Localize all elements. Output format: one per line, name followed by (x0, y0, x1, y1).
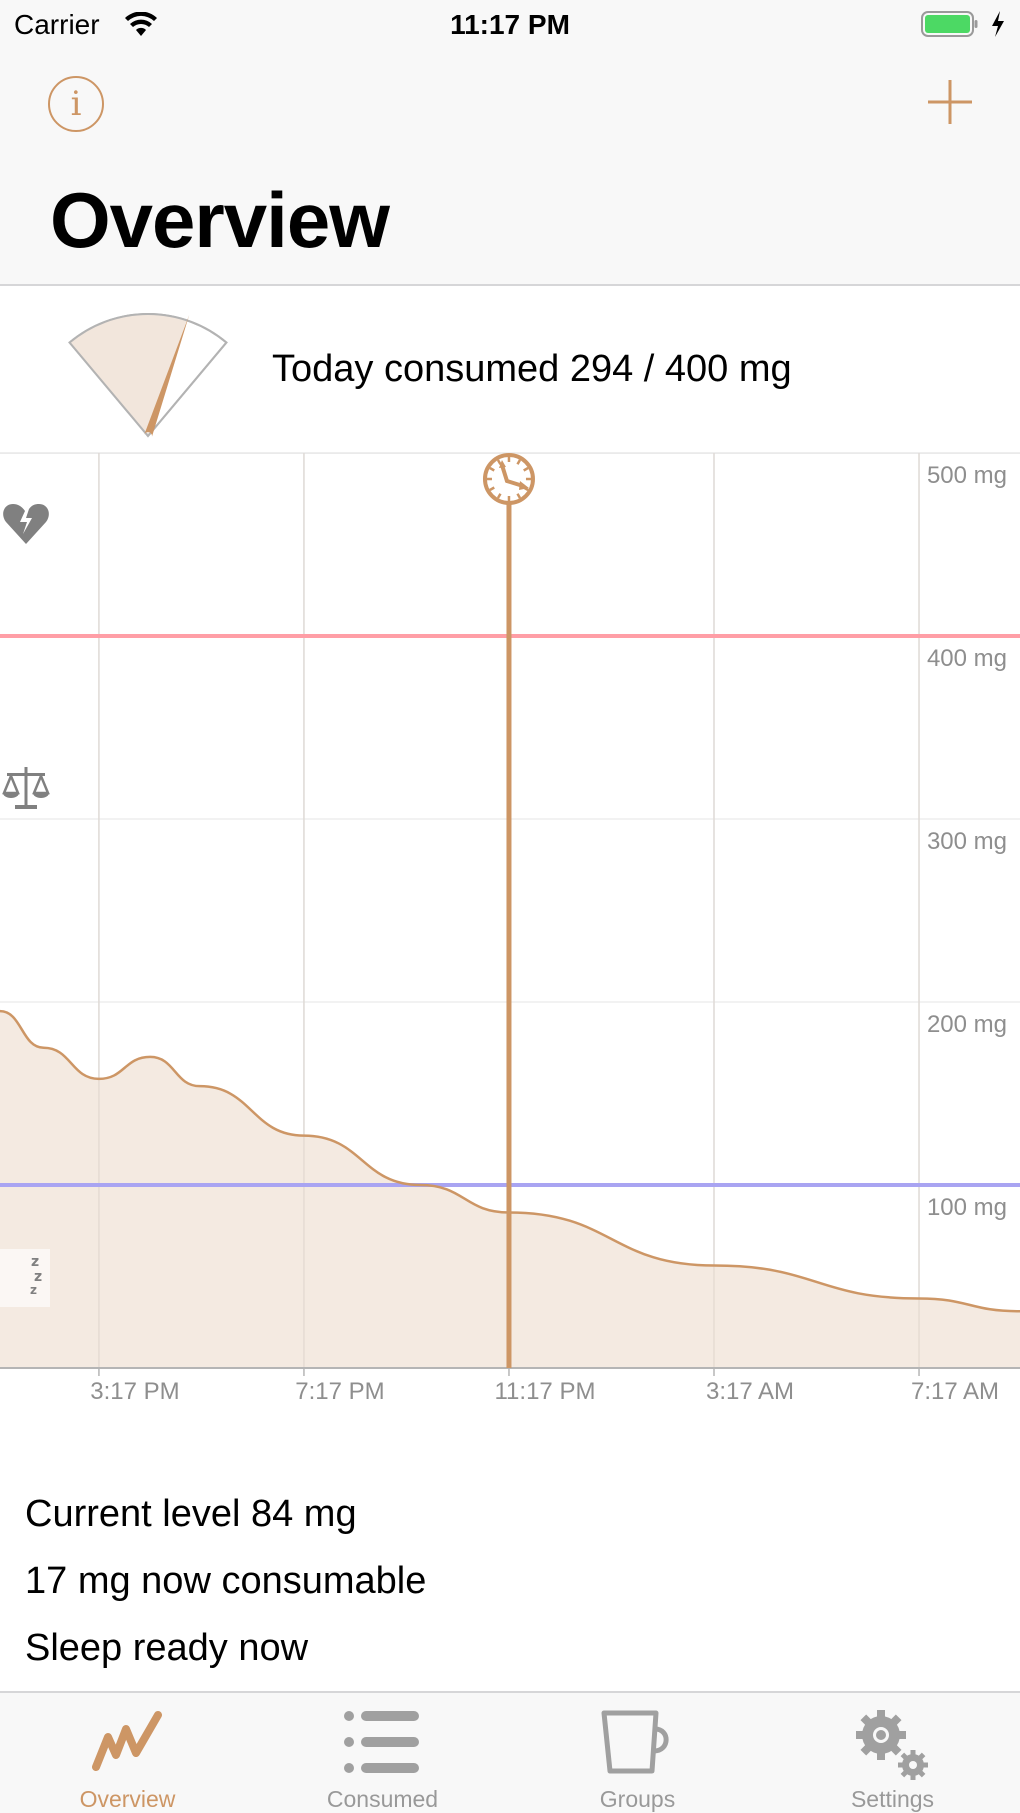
plus-icon (928, 80, 972, 124)
x-tick-label: 7:17 PM (295, 1378, 385, 1405)
cup-icon (601, 1710, 669, 1774)
tab-label: Groups (599, 1786, 676, 1812)
charging-bolt-icon (992, 11, 1004, 37)
trend-chart-icon (91, 1711, 162, 1771)
y-tick-label: 500 mg (926, 462, 1007, 489)
x-tick-label: 3:17 AM (705, 1378, 795, 1405)
gears-icon (855, 1710, 928, 1780)
chart-canvas (0, 453, 1020, 1376)
summary: Current level 84 mg 17 mg now consumable… (25, 1488, 426, 1689)
page-title: Overview (50, 176, 390, 264)
y-tick-label: 400 mg (926, 645, 1007, 672)
caffeine-level-chart[interactable]: 100 mg 200 mg 300 mg 400 mg 500 mg 3:17 PM 7:… (0, 453, 1020, 1413)
tab-bar: Overview Consumed Groups Settings (0, 1691, 1020, 1813)
tab-label: Consumed (326, 1786, 439, 1812)
consumption-gauge (68, 313, 228, 438)
wifi-icon (125, 12, 157, 36)
battery-icon (921, 11, 978, 37)
tab-settings[interactable]: Settings (765, 1693, 1020, 1813)
tab-label: Settings (850, 1786, 935, 1812)
y-tick-label: 300 mg (926, 828, 1007, 855)
tab-groups[interactable]: Groups (510, 1693, 765, 1813)
sleep-status-text: Sleep ready now (25, 1627, 309, 1669)
x-tick-label: 11:17 PM (494, 1378, 596, 1405)
status-bar: Carrier 11:17 PM (0, 0, 1020, 50)
tab-overview[interactable]: Overview (0, 1693, 255, 1813)
sleep-moon-icon: z z z (0, 1249, 50, 1307)
broken-heart-icon (3, 504, 49, 544)
clock-icon[interactable] (482, 453, 535, 505)
carrier-label: Carrier (14, 9, 100, 40)
consumable-text: 17 mg now consumable (25, 1560, 427, 1602)
list-icon (343, 1711, 419, 1773)
balance-scale-icon (2, 767, 50, 809)
x-tick-label: 3:17 PM (90, 1378, 180, 1405)
add-button[interactable] (924, 76, 976, 128)
y-tick-label: 200 mg (926, 1011, 1007, 1038)
daily-consumption-row[interactable]: Today consumed 294 / 400 mg (0, 288, 1020, 453)
navigation-bar: i Overview (0, 50, 1020, 286)
svg-text:z: z (31, 1254, 39, 1270)
tab-label: Overview (79, 1786, 176, 1812)
current-level-text: Current level 84 mg (25, 1493, 357, 1535)
today-consumed-text: Today consumed 294 / 400 mg (272, 348, 792, 390)
info-circle-icon: i (70, 84, 82, 124)
x-tick-label: 7:17 AM (910, 1378, 1000, 1405)
tab-consumed[interactable]: Consumed (255, 1693, 510, 1813)
info-button[interactable]: i (48, 76, 104, 132)
svg-text:z: z (30, 1283, 37, 1297)
y-tick-label: 100 mg (926, 1194, 1007, 1221)
